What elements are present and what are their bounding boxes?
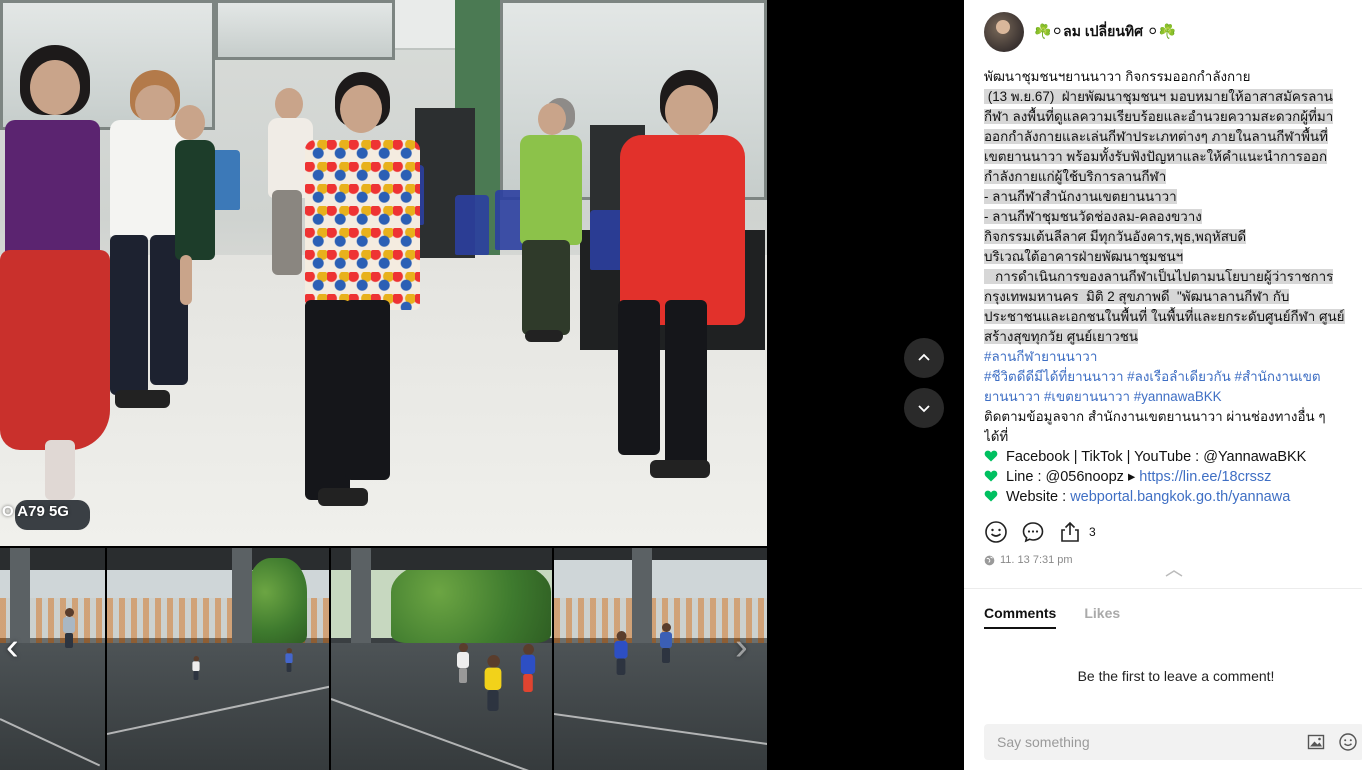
chair (590, 210, 624, 270)
contact-link[interactable]: https://lin.ee/18crssz (1139, 469, 1271, 485)
caption-line: ได้ที่ (984, 429, 1009, 444)
caption-line[interactable]: #ลานกีฬายานนาวา (984, 347, 1362, 367)
comment-box (984, 724, 1362, 760)
contact-link[interactable]: webportal.bangkok.go.th/yannawa (1070, 489, 1290, 505)
tab-likes[interactable]: Likes (1084, 605, 1120, 629)
chevron-left-icon[interactable]: ‹ (6, 628, 19, 666)
comment-input[interactable] (984, 734, 1284, 750)
post-actions: 3 (984, 520, 1096, 544)
thumbnail-strip (0, 548, 767, 770)
comment-tabs: Comments Likes (984, 605, 1148, 629)
contact-line: Line : @056noopz ▸ https://lin.ee/18crss… (984, 467, 1362, 487)
divider (964, 588, 1362, 589)
window (215, 0, 395, 60)
empty-comments-message: Be the first to leave a comment! (1077, 668, 1275, 684)
camera-watermark: O A79 5G (2, 503, 69, 520)
share-count: 3 (1089, 525, 1096, 539)
avatar[interactable] (984, 12, 1024, 52)
contact-line: Facebook | TikTok | YouTube : @YannawaBK… (984, 447, 1362, 467)
main-video[interactable]: O A79 5G (0, 0, 767, 546)
image-icon[interactable] (1306, 732, 1326, 752)
caption-line: ประชาชนและเอกชนในพื้นที่ ในพื้นที่และยกร… (984, 309, 1345, 324)
smiley-icon[interactable] (1338, 732, 1358, 752)
post-panel: ☘️⚪ลม เปลี่ยนทิศ ⚪☘️ พัฒนาชุมชนฯยานนาวา … (964, 0, 1362, 770)
tab-comments[interactable]: Comments (984, 605, 1057, 629)
chair (455, 195, 489, 255)
post-header: ☘️⚪ลม เปลี่ยนทิศ ⚪☘️ (984, 12, 1176, 52)
media-viewer: O A79 5G ‹ › (0, 0, 964, 770)
timestamp: 11. 13 7:31 pm (1000, 554, 1073, 566)
green-heart-icon (984, 450, 998, 462)
author-name[interactable]: ☘️⚪ลม เปลี่ยนทิศ ⚪☘️ (1034, 21, 1176, 43)
comment-bubble-icon[interactable] (1021, 520, 1045, 544)
chevron-down-icon (918, 405, 930, 413)
next-post-button[interactable] (904, 388, 944, 428)
caption-line: บริเวณใต้อาคารฝ่ายพัฒนาชุมชนฯ (984, 249, 1184, 264)
caption-line[interactable]: #ชีวิตดีดีมีได้ที่ยานนาวา #ลงเรือลำเดียว… (984, 367, 1362, 387)
caption-line: สร้างสุขทุกวัย ศูนย์เยาวชน (984, 329, 1138, 344)
caption-line: - ลานกีฬาชุมชนวัดช่องลม-คลองขวาง (984, 209, 1202, 224)
collapse-chevron-icon[interactable] (1164, 569, 1184, 577)
caption-line: เขตยานนาวา พร้อมทั้งรับฟังปัญหาและให้คำแ… (984, 149, 1328, 164)
caption-line: กีฬา ลงพื้นที่ดูแลความเรียบร้อยและอำนวยค… (984, 109, 1334, 124)
caption-line: พัฒนาชุมชนฯยานนาวา กิจกรรมออกกำลังกาย (984, 69, 1251, 84)
caption-line[interactable]: ยานนาวา #เขตยานนาวา #yannawaBKK (984, 387, 1362, 407)
caption-line: ออกกำลังกายและเล่นกีฬาประเภทต่างๆ ภายในล… (984, 129, 1328, 144)
thumbnail[interactable] (107, 548, 329, 770)
green-heart-icon (984, 470, 998, 482)
post-caption: พัฒนาชุมชนฯยานนาวา กิจกรรมออกกำลังกาย (1… (984, 67, 1362, 507)
caption-line: การดำเนินการของลานกีฬาเป็นไปตามนโยบายผู้… (984, 269, 1334, 284)
caption-line: กิจกรรมเต้นลีลาศ มีทุกวันอังคาร,พุธ,พฤหั… (984, 229, 1247, 244)
chevron-right-icon[interactable]: › (735, 628, 748, 666)
thumbnail[interactable] (331, 548, 552, 770)
contact-line: Website : webportal.bangkok.go.th/yannaw… (984, 487, 1362, 507)
caption-line: กำลังกายแก่ผู้ใช้บริการลานกีฬา (984, 169, 1167, 184)
globe-icon (984, 555, 995, 565)
share-icon[interactable] (1058, 520, 1082, 544)
post-meta: 11. 13 7:31 pm (984, 554, 1073, 566)
caption-line: (13 พ.ย.67) ฝ่ายพัฒนาชุมชนฯ มอบหมายให้อา… (984, 89, 1333, 104)
green-heart-icon (984, 490, 998, 502)
chevron-up-icon (918, 353, 930, 361)
caption-line: กรุงเทพมหานคร มิติ 2 สุขภาพดี "พัฒนาลานก… (984, 289, 1290, 304)
previous-post-button[interactable] (904, 338, 944, 378)
caption-line: - ลานกีฬาสำนักงานเขตยานนาวา (984, 189, 1177, 204)
caption-line: ติดตามข้อมูลจาก สำนักงานเขตยานนาวา ผ่านช… (984, 409, 1326, 424)
smiley-icon[interactable] (984, 520, 1008, 544)
